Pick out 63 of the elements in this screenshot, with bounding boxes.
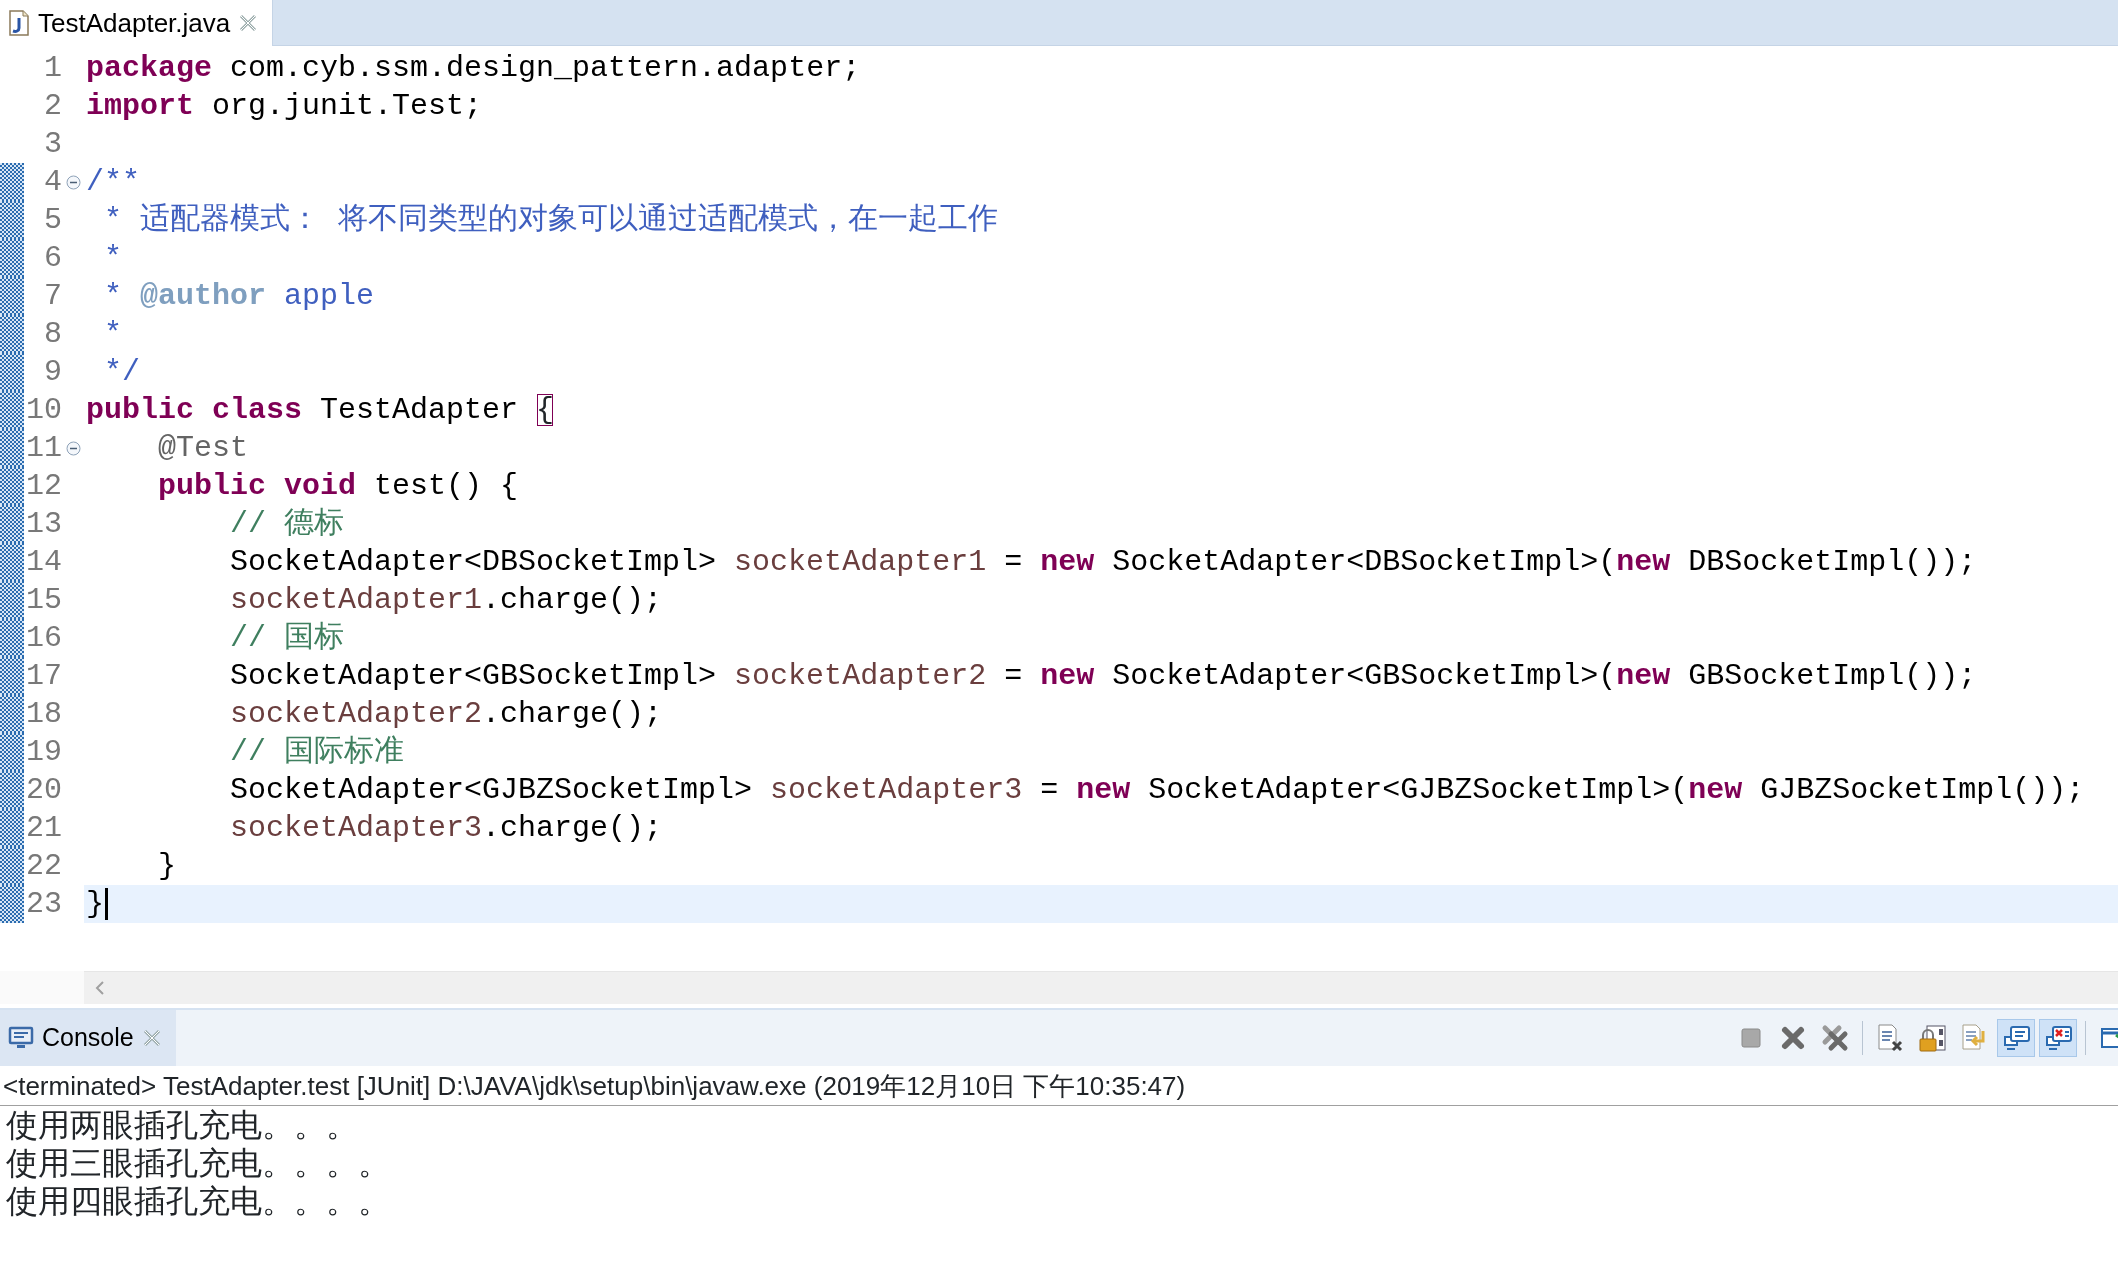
- line-number: 6: [43, 240, 62, 277]
- code-line: public void test() {: [158, 468, 519, 505]
- code-line: }: [86, 886, 104, 923]
- lock-icon: [1917, 1023, 1947, 1053]
- line-number: 20: [25, 772, 62, 809]
- line-number: 9: [43, 354, 62, 391]
- code-line: */: [103, 354, 140, 391]
- line-number: 15: [25, 582, 62, 619]
- code-line: *: [103, 316, 122, 353]
- console-output-line: 使用四眼插孔充电。。。。: [5, 1182, 391, 1220]
- collapse-icon[interactable]: [65, 440, 81, 456]
- monitor-button[interactable]: [1997, 1019, 2035, 1057]
- line-number: 22: [25, 848, 62, 885]
- line-number: 8: [43, 316, 62, 353]
- code-line: // 德标: [230, 506, 345, 543]
- line-number: 1: [43, 50, 62, 87]
- java-file-icon: [8, 10, 30, 36]
- code-line: * @author apple: [103, 278, 375, 315]
- line-number: 17: [25, 658, 62, 695]
- code-line: public class TestAdapter {: [86, 392, 555, 429]
- line-number: 19: [25, 734, 62, 771]
- line-number: 5: [43, 202, 62, 239]
- code-line: /**: [86, 164, 140, 201]
- line-number: 4: [43, 164, 62, 201]
- line-number: 18: [25, 696, 62, 733]
- console-tab[interactable]: Console: [0, 1010, 176, 1066]
- code-line: SocketAdapter<GBSocketImpl> socketAdapter2 = new SocketAdapter<GBSocketImpl>(new GBSocketImpl());: [230, 658, 1977, 695]
- double-cross-icon: [1820, 1023, 1850, 1053]
- console-output-line: 使用三眼插孔充电。。。。: [5, 1144, 391, 1182]
- horizontal-scrollbar[interactable]: [84, 971, 2118, 1004]
- line-number: 11: [25, 430, 62, 467]
- line-number: 10: [25, 392, 62, 429]
- code-line: *: [103, 240, 122, 277]
- code-line: @Test: [158, 430, 248, 467]
- collapse-icon[interactable]: [65, 174, 81, 190]
- document-cross-icon: [1875, 1023, 1905, 1053]
- code-line: socketAdapter2.charge();: [230, 696, 663, 733]
- line-number: 16: [25, 620, 62, 657]
- line-number: 13: [25, 506, 62, 543]
- code-line: package com.cyb.ssm.design_pattern.adapter;: [86, 50, 861, 87]
- console-status: <terminated> TestAdapter.test [JUnit] D:\JAVA\jdk\setup\bin\javaw.exe (2019年12月10日 下午10:35:47): [0, 1066, 2118, 1106]
- line-number: 3: [43, 126, 62, 163]
- code-line: * 适配器模式： 将不同类型的对象可以通过适配模式，在一起工作: [103, 202, 998, 239]
- monitor-error-button[interactable]: [2039, 1019, 2077, 1057]
- line-number: 21: [25, 810, 62, 847]
- editor-tab[interactable]: TestAdapter.java: [0, 0, 274, 46]
- code-line: SocketAdapter<DBSocketImpl> socketAdapter1 = new SocketAdapter<DBSocketImpl>(new DBSocketImpl());: [230, 544, 1977, 581]
- console-output-line: 使用两眼插孔充电。。。: [5, 1106, 359, 1144]
- code-line: // 国标: [230, 620, 345, 657]
- line-number: 14: [25, 544, 62, 581]
- code-line: SocketAdapter<GJBZSocketImpl> socketAdapter3 = new SocketAdapter<GJBZSocketImpl>(new GJBZSocketImpl());: [230, 772, 2085, 809]
- line-number: 12: [25, 468, 62, 505]
- code-line: import org.junit.Test;: [86, 88, 483, 125]
- line-number: 2: [43, 88, 62, 125]
- monitor-icon: [2001, 1023, 2031, 1053]
- code-line: // 国际标准: [230, 734, 405, 771]
- monitor-error-icon: [2043, 1023, 2073, 1053]
- line-number: 23: [25, 886, 62, 923]
- line-number: 7: [43, 278, 62, 315]
- code-line: }: [158, 848, 176, 885]
- code-line: socketAdapter1.charge();: [230, 582, 663, 619]
- code-line: socketAdapter3.charge();: [230, 810, 663, 847]
- console-icon: [8, 1026, 34, 1050]
